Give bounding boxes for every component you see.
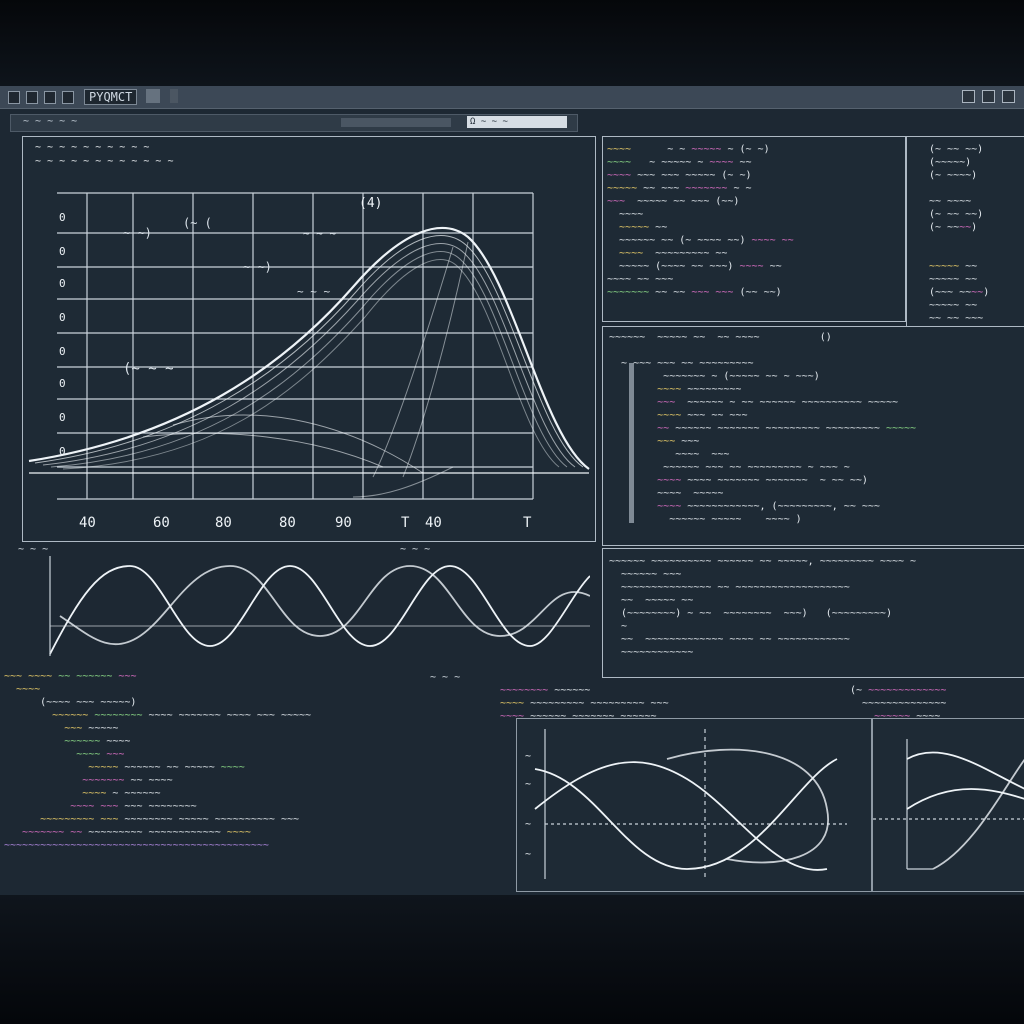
y-tick-3: 0 [59, 311, 66, 324]
file-icon[interactable] [26, 91, 38, 104]
annotation-5: ~ ~ ~ [303, 227, 336, 240]
tab-icon[interactable] [146, 89, 160, 103]
screen: PYQMCT ~ ~ ~ ~ ~ Ω ~ ~ ~ ~ ~ ~ ~ ~ ~ ~ ~… [0, 86, 1024, 895]
peak-label: (4) [359, 196, 382, 211]
bottom-plot-label: ~ ~ ~ [430, 672, 461, 683]
annotation-6: ~ ~ ~ [297, 285, 330, 298]
annotation-4: (~ ~ ~ [123, 361, 174, 377]
maximize-icon[interactable] [982, 90, 995, 103]
bottom-plot-ticks: ~ ~ ~ ~ [525, 751, 531, 860]
bell-curve [28, 226, 590, 498]
tab-divider-icon [170, 89, 178, 103]
y-tick-1: 0 [59, 245, 66, 258]
wave-plot-svg [49, 556, 590, 656]
code-panel-3: ~~~~~~ ~~~~~ ~~ ~~ ~~~~ () ~ ~~~ ~~~ ~~ … [602, 326, 1024, 546]
toolbar: ~ ~ ~ ~ ~ Ω ~ ~ ~ [10, 114, 578, 132]
bottom-right-axes [873, 739, 1024, 870]
monitor-bezel-bottom [0, 895, 1024, 1024]
toolbar-field[interactable]: Ω ~ ~ ~ [467, 116, 567, 128]
bottom-right-plot-svg [873, 739, 1024, 870]
wave-label-right: ~ ~ ~ [400, 544, 431, 555]
svg-text:~: ~ [525, 819, 531, 830]
bottom-plot-panel: ~ ~ ~ ~ [516, 718, 872, 892]
wave-curves [49, 565, 590, 655]
bottom-right-curves [906, 751, 1024, 870]
bottom-plot-curves [534, 748, 838, 871]
main-plot-svg: (4) ~ ~) (~ ( ~ ~) (~ ~ ~ ~ ~ ~ ~ ~ ~ 40… [28, 192, 590, 531]
window-title: PYQMCT [84, 89, 138, 105]
svg-text:~: ~ [525, 751, 531, 762]
code-panel-4: ~~~~~~ ~~~~~~~~~~ ~~~~~~ ~~ ~~~~~, ~~~~~… [602, 548, 1024, 678]
x-tick-2: 80 [215, 515, 232, 531]
title-bar: PYQMCT [0, 86, 1024, 109]
code-panel-1: ~~~~ ~ ~ ~~~~~ ~ (~ ~) ~~~~ ~ ~~~~~ ~ ~~… [602, 136, 906, 322]
annotation-3: ~ ~) [243, 260, 272, 274]
annotation-2: (~ ( [183, 216, 212, 230]
y-tick-labels: 0 0 0 0 0 0 0 0 [59, 211, 66, 458]
minimize-icon[interactable] [962, 90, 975, 103]
annotation-1: ~ ~) [123, 226, 152, 240]
code-block-4: ~~~~~~ ~~~~~~~~~~ ~~~~~~ ~~ ~~~~~, ~~~~~… [609, 556, 917, 658]
x-tick-5: T [401, 515, 410, 531]
code-block-3: ~~~~~~ ~~~~~ ~~ ~~ ~~~~ () ~ ~~~ ~~~ ~~ … [609, 332, 917, 525]
x-tick-labels: 40 60 80 80 90 T 40 T [79, 515, 532, 531]
code-block-2: (~ ~~ ~~) (~~~~~) (~ ~~~~) ~~ ~~~~ (~ ~~… [929, 144, 990, 324]
close-icon[interactable] [1002, 90, 1015, 103]
y-tick-7: 0 [59, 445, 66, 458]
y-tick-2: 0 [59, 277, 66, 290]
x-tick-0: 40 [79, 515, 96, 531]
toolbar-path[interactable]: ~ ~ ~ ~ ~ [23, 116, 77, 127]
y-tick-4: 0 [59, 345, 66, 358]
svg-text:~: ~ [525, 849, 531, 860]
x-tick-1: 60 [153, 515, 170, 531]
svg-text:~: ~ [525, 779, 531, 790]
monitor-bezel-top [0, 0, 1024, 86]
code-block-1: ~~~~ ~ ~ ~~~~~ ~ (~ ~) ~~~~ ~ ~~~~~ ~ ~~… [607, 144, 794, 298]
x-tick-4: 90 [335, 515, 352, 531]
code-block-5: ~~~ ~~~~ ~~ ~~~~~~ ~~~ ~~~~ (~~~~ ~~~ ~~… [4, 671, 312, 851]
y-tick-5: 0 [59, 377, 66, 390]
bottom-plot-svg: ~ ~ ~ ~ [525, 729, 847, 879]
x-tick-6: 40 [425, 515, 442, 531]
document-icon[interactable] [44, 91, 56, 104]
toolbar-search[interactable] [341, 118, 451, 127]
bottom-right-plot-panel [872, 718, 1024, 892]
wave-label-left: ~ ~ ~ [18, 544, 49, 555]
window-menu-icon[interactable] [8, 91, 20, 104]
main-plot-panel: ~ ~ ~ ~ ~ ~ ~ ~ ~ ~ ~ ~ ~ ~ ~ ~ ~ ~ ~ ~ … [22, 136, 596, 542]
x-tick-7: T [523, 515, 532, 531]
save-icon[interactable] [62, 91, 74, 104]
x-tick-3: 80 [279, 515, 296, 531]
y-tick-6: 0 [59, 411, 66, 424]
y-tick-0: 0 [59, 211, 66, 224]
